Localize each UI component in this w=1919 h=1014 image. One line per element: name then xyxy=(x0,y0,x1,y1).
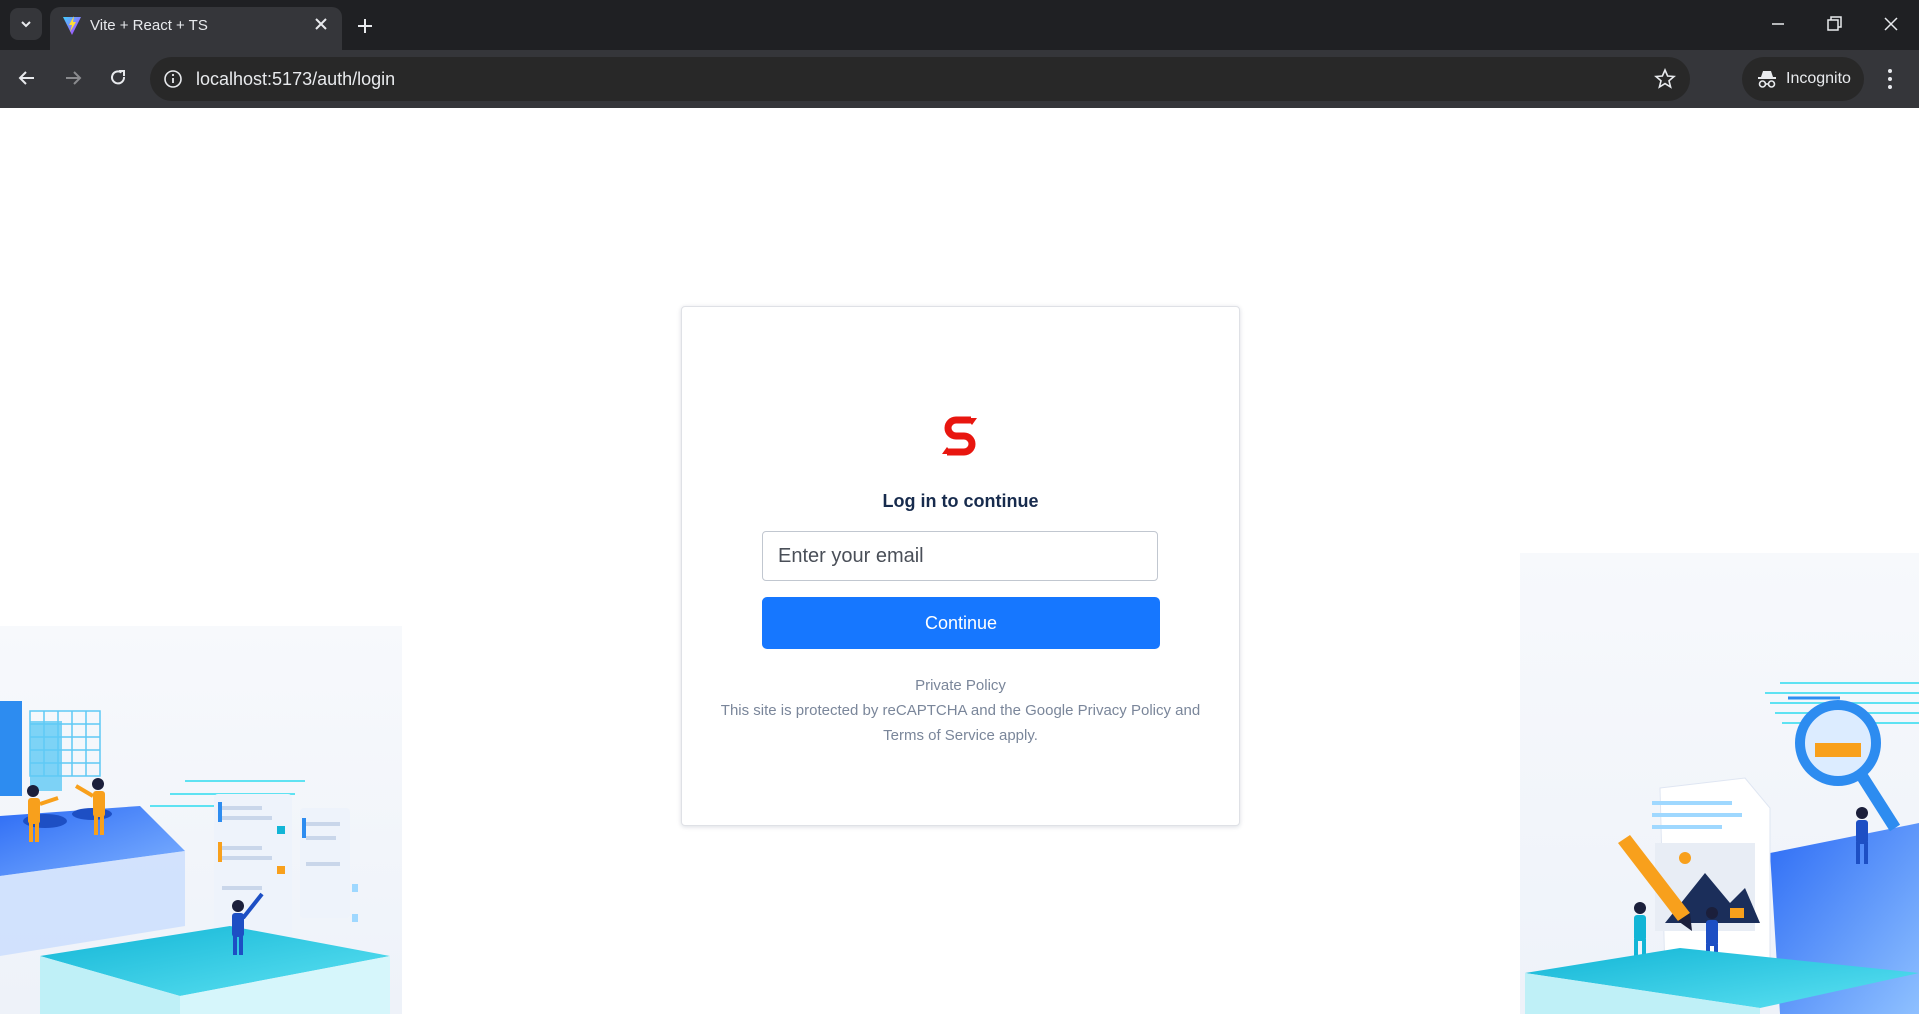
tab-search-button[interactable] xyxy=(10,8,42,40)
legal-footer: Private Policy This site is protected by… xyxy=(712,673,1209,748)
team-collaboration-illustration xyxy=(0,626,402,1014)
vite-favicon-icon xyxy=(63,16,81,35)
reload-icon[interactable] xyxy=(105,65,131,91)
private-policy-link[interactable]: Private Policy xyxy=(915,677,1006,694)
incognito-icon xyxy=(1758,71,1776,88)
continue-button[interactable]: Continue xyxy=(762,597,1160,649)
login-card: Log in to continue Continue Private Poli… xyxy=(681,306,1240,826)
close-window-icon[interactable] xyxy=(1879,12,1903,36)
close-tab-icon[interactable] xyxy=(312,15,330,33)
back-arrow-icon[interactable] xyxy=(14,65,40,91)
incognito-label: Incognito xyxy=(1786,70,1851,87)
document-search-illustration xyxy=(1520,553,1919,1014)
minimize-icon[interactable] xyxy=(1766,12,1790,36)
new-tab-icon[interactable] xyxy=(352,13,378,39)
tab-title: Vite + React + TS xyxy=(90,17,208,34)
browser-menu-icon[interactable] xyxy=(1878,66,1902,92)
restore-icon[interactable] xyxy=(1822,12,1846,36)
email-input[interactable] xyxy=(762,531,1158,581)
login-heading: Log in to continue xyxy=(882,491,1039,511)
address-bar[interactable]: localhost:5173/auth/login xyxy=(150,57,1690,101)
forward-arrow-icon[interactable] xyxy=(60,65,86,91)
bookmark-star-icon[interactable] xyxy=(1654,68,1676,90)
login-page: Log in to continue Continue Private Poli… xyxy=(0,108,1919,1014)
chevron-down-icon xyxy=(21,21,31,28)
browser-toolbar: localhost:5173/auth/login Incognito xyxy=(0,50,1919,108)
brand-s-logo-icon xyxy=(942,416,977,456)
recaptcha-notice: This site is protected by reCAPTCHA and … xyxy=(720,702,1201,744)
browser-tab-active[interactable]: Vite + React + TS xyxy=(50,7,342,50)
incognito-indicator[interactable]: Incognito xyxy=(1742,57,1864,101)
site-info-icon[interactable] xyxy=(162,68,184,90)
browser-tab-bar: Vite + React + TS xyxy=(0,0,1919,50)
url-text[interactable]: localhost:5173/auth/login xyxy=(196,69,395,90)
